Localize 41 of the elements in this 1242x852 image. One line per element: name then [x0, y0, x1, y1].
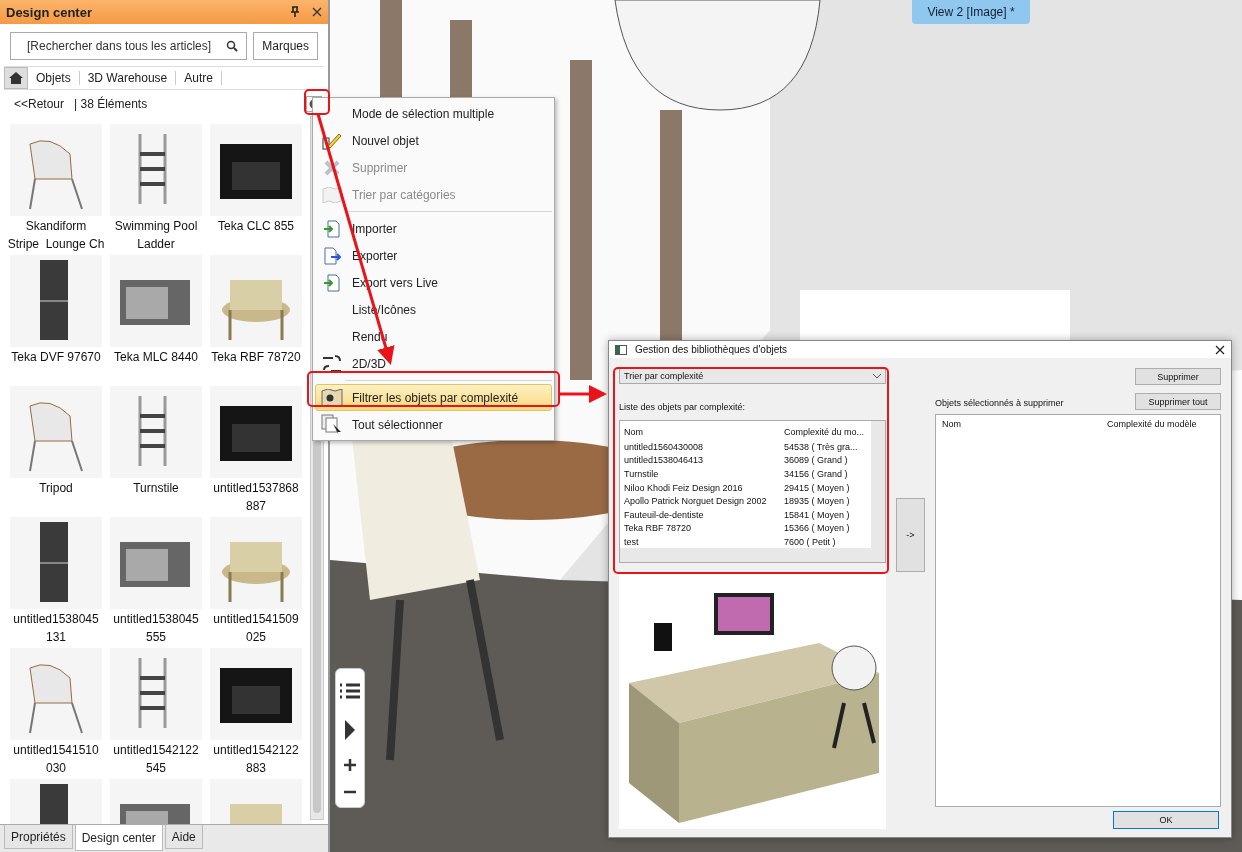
item-label[interactable]: untitled1541510 — [13, 742, 99, 758]
item-label[interactable]: 883 — [246, 760, 266, 776]
panel-title: Design center — [6, 4, 93, 20]
panel-tab[interactable]: Aide — [164, 825, 203, 849]
highlight-box — [304, 89, 330, 115]
item-label[interactable]: Teka DVF 97670 — [11, 349, 101, 365]
home-button[interactable] — [4, 67, 28, 89]
item-label[interactable]: Stripe Lounge Ch — [7, 236, 105, 252]
item-label[interactable]: 030 — [46, 760, 66, 776]
search-icon — [226, 40, 239, 52]
search-field[interactable]: [Rechercher dans tous les articles] — [10, 32, 248, 60]
close-icon[interactable] — [312, 7, 322, 17]
breadcrumb-item[interactable]: Autre — [176, 71, 222, 85]
item-label[interactable]: 887 — [246, 498, 266, 514]
item-label[interactable]: 545 — [146, 760, 166, 776]
item-label[interactable]: Skandiform — [25, 218, 87, 234]
item-label[interactable]: untitled1542122 — [113, 742, 199, 758]
item-label[interactable]: Tripod — [39, 480, 73, 496]
item-label[interactable]: Teka RBF 78720 — [211, 349, 301, 365]
item-label[interactable]: untitled1541509 — [213, 611, 299, 627]
item-label[interactable]: untitled1537868 — [213, 480, 299, 496]
breadcrumb-item[interactable]: Objets — [28, 71, 80, 85]
item-label[interactable]: Turnstile — [133, 480, 179, 496]
pin-icon[interactable] — [290, 6, 300, 18]
item-label[interactable]: Swimming Pool — [114, 218, 198, 234]
panel-tab[interactable]: Propriétés — [4, 825, 73, 849]
item-label[interactable]: untitled1538045 — [13, 611, 99, 627]
item-label[interactable]: Ladder — [137, 236, 175, 252]
brands-button[interactable]: Marques — [253, 32, 318, 60]
item-label[interactable]: untitled1542122 — [213, 742, 299, 758]
home-icon — [9, 72, 23, 84]
item-label[interactable]: 555 — [146, 629, 166, 645]
panel-tab[interactable]: Design center — [74, 825, 163, 851]
back-link[interactable]: <<Retour — [14, 97, 65, 111]
item-label[interactable]: Teka MLC 8440 — [113, 349, 198, 365]
item-count: | 38 Éléments — [74, 97, 148, 111]
breadcrumb-item[interactable]: 3D Warehouse — [79, 71, 177, 85]
item-label[interactable]: Teka CLC 855 — [217, 218, 294, 234]
item-label[interactable]: 025 — [246, 629, 266, 645]
item-label[interactable]: 131 — [46, 629, 66, 645]
item-label[interactable]: untitled1538045 — [113, 611, 199, 627]
